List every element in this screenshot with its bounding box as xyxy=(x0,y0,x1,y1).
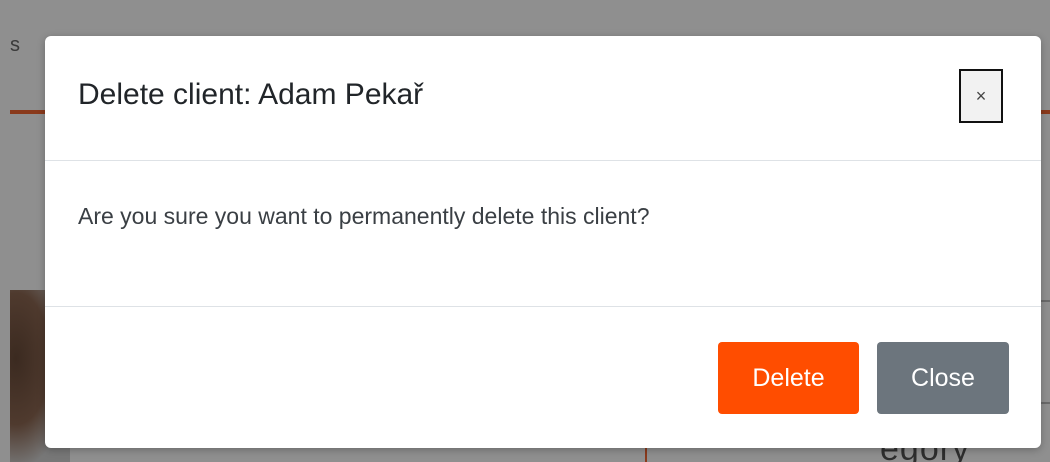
background-accent-line-right xyxy=(1040,110,1050,114)
modal-header: Delete client: Adam Pekař × xyxy=(45,36,1041,161)
background-partial-text: s xyxy=(10,34,20,56)
close-icon[interactable]: × xyxy=(959,69,1003,123)
modal-title: Delete client: Adam Pekař xyxy=(78,78,424,111)
close-button[interactable]: Close xyxy=(877,342,1009,414)
modal-body: Are you sure you want to permanently del… xyxy=(45,161,1041,307)
background-accent-line xyxy=(10,110,50,114)
modal-footer: Delete Close xyxy=(45,307,1041,448)
delete-button[interactable]: Delete xyxy=(718,342,859,414)
delete-client-modal: Delete client: Adam Pekař × Are you sure… xyxy=(45,36,1041,448)
page-backdrop: s egory Delete client: Adam Pekař × Are … xyxy=(0,0,1050,462)
confirmation-message: Are you sure you want to permanently del… xyxy=(78,203,650,229)
